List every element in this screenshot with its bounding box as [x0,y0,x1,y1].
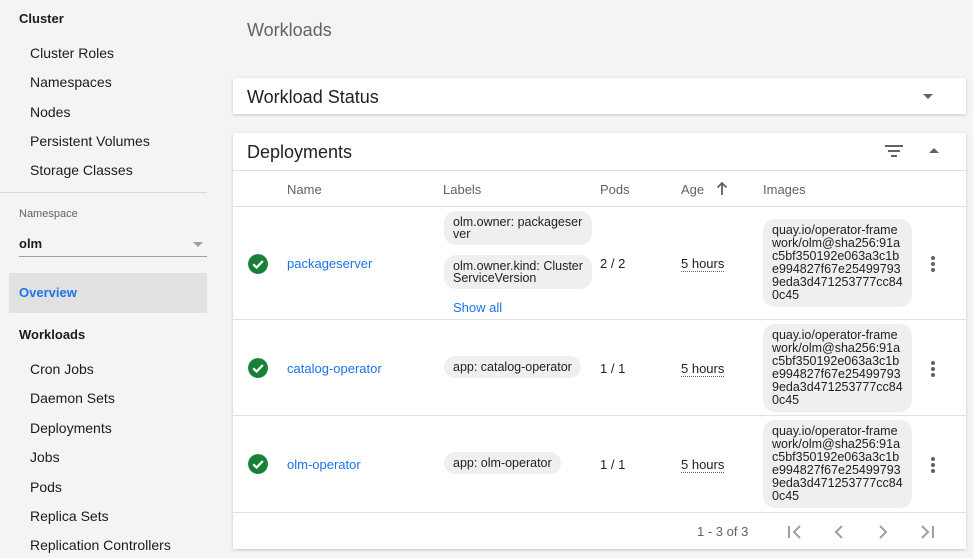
namespace-select[interactable]: olm [19,234,207,257]
column-header-labels: Labels [443,182,482,197]
sidebar-item-deployments[interactable]: Deployments [30,420,112,436]
check-circle-icon [248,254,268,274]
table-header-divider [233,206,966,207]
sidebar-divider [0,192,207,193]
deployments-title: Deployments [247,142,353,162]
sidebar-heading-cluster: Cluster [19,11,64,26]
column-header-images: Images [763,182,806,197]
label-chip: olm.owner.kind: ClusterServiceVersion [444,255,592,289]
check-circle-icon [248,358,268,378]
collapse-caret-icon[interactable] [929,148,939,153]
age-value: 5 hours [681,361,725,377]
more-vert-icon[interactable] [931,256,935,272]
sidebar-item-cluster-roles[interactable]: Cluster Roles [30,45,114,61]
more-vert-icon[interactable] [931,361,935,377]
sidebar: Cluster Cluster Roles Namespaces Nodes P… [0,0,222,558]
image-chip: quay.io/operator-framework/olm@sha256:91… [763,420,912,508]
filter-icon[interactable] [884,143,904,159]
sidebar-item-daemon-sets[interactable]: Daemon Sets [30,390,115,406]
row-divider [233,319,966,320]
sidebar-item-nodes[interactable]: Nodes [30,104,70,120]
workload-status-card[interactable]: Workload Status [233,78,966,114]
sidebar-item-replication-controllers[interactable]: Replication Controllers [30,537,171,553]
column-header-pods: Pods [600,182,630,197]
deployment-name-link[interactable]: packageserver [287,256,372,271]
sidebar-item-persistent-volumes[interactable]: Persistent Volumes [30,133,150,149]
sidebar-item-overview-label: Overview [19,285,77,300]
workload-status-title: Workload Status [247,87,379,107]
first-page-icon[interactable] [785,522,805,542]
label-chip: app: olm-operator [444,452,561,474]
last-page-icon[interactable] [917,522,937,542]
more-vert-icon[interactable] [931,457,935,473]
column-header-age-label: Age [681,182,705,197]
show-all-link[interactable]: Show all [453,300,502,315]
sidebar-item-replica-sets[interactable]: Replica Sets [30,508,109,524]
sidebar-item-namespaces[interactable]: Namespaces [30,74,112,90]
deployment-name-link[interactable]: catalog-operator [287,361,382,376]
column-header-age[interactable]: Age [681,182,728,197]
header-divider [233,170,966,171]
sort-arrow-up-icon[interactable] [716,182,728,196]
caret-down-icon [193,242,203,247]
check-circle-icon [248,454,268,474]
pagination-range: 1 - 3 of 3 [697,524,749,539]
sidebar-item-storage-classes[interactable]: Storage Classes [30,162,133,178]
expand-caret-icon[interactable] [923,94,933,99]
namespace-label: Namespace [19,208,78,220]
column-header-name[interactable]: Name [287,182,322,197]
pods-count: 1 / 1 [600,361,626,376]
row-divider [233,512,966,513]
pods-count: 2 / 2 [600,256,626,271]
sidebar-item-cron-jobs[interactable]: Cron Jobs [30,361,94,377]
row-divider [233,415,966,416]
sidebar-item-jobs[interactable]: Jobs [30,449,60,465]
label-chip: app: catalog-operator [444,356,581,378]
sidebar-item-overview[interactable]: Overview [9,273,207,313]
age-value: 5 hours [681,457,725,473]
pods-count: 1 / 1 [600,457,626,472]
image-chip: quay.io/operator-framework/olm@sha256:91… [763,219,912,307]
deployment-name-link[interactable]: olm-operator [287,457,361,472]
chevron-left-icon[interactable] [829,522,849,542]
chevron-right-icon[interactable] [873,522,893,542]
page-title: Workloads [247,20,332,40]
sidebar-heading-workloads[interactable]: Workloads [19,327,85,342]
age-value: 5 hours [681,256,725,272]
sidebar-item-pods[interactable]: Pods [30,479,62,495]
image-chip: quay.io/operator-framework/olm@sha256:91… [763,324,912,412]
label-chip: olm.owner: packageserver [444,211,592,245]
namespace-value: olm [19,236,43,251]
